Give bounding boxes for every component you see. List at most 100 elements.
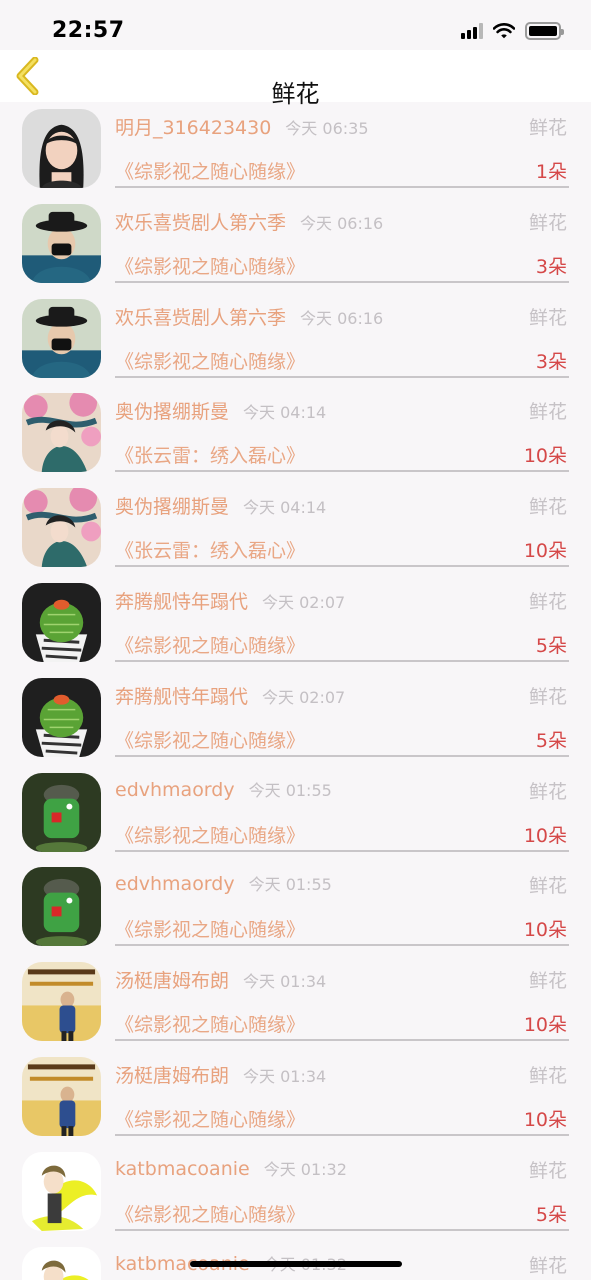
gift-time: 今天 06:16 [300,308,384,328]
list-item[interactable]: 奥伪撂绷斯曼 今天 04:14 鲜花 《张云雷：绣入磊心》 10朵 [0,481,591,576]
battery-icon [525,22,564,40]
gift-time: 今天 02:07 [262,592,346,612]
divider [115,1039,569,1042]
book-title[interactable]: 《综影视之随心随缘》 [115,1105,305,1132]
sender-name[interactable]: edvhmaordy 今天 01:55 [115,871,332,895]
avatar[interactable] [22,488,101,568]
sender-name[interactable]: 奥伪撂绷斯曼 今天 04:14 [115,397,326,424]
gift-type: 鲜花 [528,401,567,424]
book-title[interactable]: 《综影视之随心随缘》 [115,1010,305,1037]
sender-name-text: 明月_316423430 [115,117,272,139]
book-title[interactable]: 《综影视之随心随缘》 [115,821,305,848]
avatar[interactable] [22,1056,101,1136]
avatar[interactable] [22,393,101,473]
gift-time: 今天 02:07 [262,687,346,707]
list-item[interactable]: 欢乐喜赀剧人第六季 今天 06:16 鲜花 《综影视之随心随缘》 3朵 [0,292,591,387]
divider [115,849,569,852]
divider [115,470,569,473]
flower-count: 10朵 [523,824,567,847]
nav-bar: 鲜花 [0,50,591,108]
list-item[interactable]: 奔腾舰恃年蹋代 今天 02:07 鲜花 《综影视之随心随缘》 5朵 [0,671,591,766]
sender-name[interactable]: 欢乐喜赀剧人第六季 今天 06:16 [115,303,383,330]
status-bar: 22:57 [0,0,591,50]
sender-name[interactable]: 欢乐喜赀剧人第六季 今天 06:16 [115,208,383,235]
divider [115,1228,569,1231]
gift-type: 鲜花 [528,1159,567,1182]
list-item[interactable]: edvhmaordy 今天 01:55 鲜花 《综影视之随心随缘》 10朵 [0,860,591,955]
divider [115,186,569,188]
sender-name[interactable]: 奔腾舰恃年蹋代 今天 02:07 [115,682,345,709]
divider [115,944,569,947]
sender-name[interactable]: edvhmaordy 今天 01:55 [115,777,332,801]
list-item[interactable]: 奔腾舰恃年蹋代 今天 02:07 鲜花 《综影视之随心随缘》 5朵 [0,576,591,671]
sender-name-text: edvhmaordy [115,778,235,801]
flower-count: 5朵 [535,634,567,657]
sender-name[interactable]: 明月_316423430 今天 06:35 [115,113,369,140]
flower-count: 1朵 [535,161,567,183]
sender-name-text: 奔腾舰恃年蹋代 [115,590,249,613]
gift-record-list[interactable]: 明月_316423430 今天 06:35 鲜花 《综影视之随心随缘》 1朵 欢乐… [0,102,591,1280]
gift-type: 鲜花 [528,1254,567,1277]
avatar[interactable] [22,203,101,283]
flower-count: 5朵 [535,1203,567,1226]
gift-time: 今天 06:16 [300,213,384,233]
sender-name-text: 欢乐喜赀剧人第六季 [115,306,287,329]
book-title[interactable]: 《张云雷：绣入磊心》 [115,441,305,468]
book-title[interactable]: 《张云雷：绣入磊心》 [115,536,305,563]
gift-type: 鲜花 [528,1064,567,1087]
avatar[interactable] [22,772,101,852]
book-title[interactable]: 《综影视之随心随缘》 [115,1200,305,1227]
flower-count: 10朵 [523,1014,567,1037]
home-indicator [190,1261,402,1267]
sender-name[interactable]: 奥伪撂绷斯曼 今天 04:14 [115,492,326,519]
list-item[interactable]: katbmacoanie 今天 01:32 鲜花 《综影视之随心随缘》 5朵 [0,1145,591,1240]
book-title[interactable]: 《综影视之随心随缘》 [115,347,305,374]
divider [115,280,569,283]
book-title[interactable]: 《综影视之随心随缘》 [115,726,305,753]
sender-name[interactable]: 汤梃唐姆布朗 今天 01:34 [115,966,326,993]
list-item[interactable]: 明月_316423430 今天 06:35 鲜花 《综影视之随心随缘》 1朵 [0,102,591,197]
list-item[interactable]: katbmacoanie今天 01:32 鲜花 [0,1240,591,1280]
sender-name-text: edvhmaordy [115,873,235,896]
gift-time: 今天 01:32 [263,1159,347,1179]
book-title[interactable]: 《综影视之随心随缘》 [115,252,305,279]
avatar[interactable] [22,582,101,662]
sender-name-text: 奥伪撂绷斯曼 [115,401,230,424]
gift-time: 今天 01:34 [243,972,327,992]
book-title[interactable]: 《综影视之随心随缘》 [115,631,305,658]
gift-time: 今天 01:34 [243,1066,327,1086]
list-item[interactable]: 欢乐喜赀剧人第六季 今天 06:16 鲜花 《综影视之随心随缘》 3朵 [0,197,591,292]
book-title[interactable]: 《综影视之随心随缘》 [115,157,305,184]
divider [115,659,569,662]
sender-name[interactable]: 汤梃唐姆布朗 今天 01:34 [115,1061,326,1088]
avatar[interactable] [22,1246,101,1280]
avatar[interactable] [22,109,101,188]
list-item[interactable]: 奥伪撂绷斯曼 今天 04:14 鲜花 《张云雷：绣入磊心》 10朵 [0,386,591,481]
gift-type: 鲜花 [528,875,567,898]
avatar[interactable] [22,1151,101,1231]
avatar[interactable] [22,962,101,1042]
cellular-signal-icon [461,23,483,39]
flower-count: 10朵 [523,919,567,942]
wifi-icon [493,23,515,39]
list-item[interactable]: 汤梃唐姆布朗 今天 01:34 鲜花 《综影视之随心随缘》 10朵 [0,1050,591,1145]
divider [115,375,569,378]
flower-count: 10朵 [523,445,567,468]
sender-name[interactable]: 奔腾舰恃年蹋代 今天 02:07 [115,587,345,614]
flower-count: 10朵 [523,1108,567,1131]
gift-time: 今天 01:55 [248,875,332,895]
list-item[interactable]: edvhmaordy 今天 01:55 鲜花 《综影视之随心随缘》 10朵 [0,766,591,861]
gift-type: 鲜花 [528,590,567,613]
sender-name[interactable]: katbmacoanie 今天 01:32 [115,1156,347,1180]
sender-name-text: 欢乐喜赀剧人第六季 [115,211,287,234]
sender-name-text: katbmacoanie [115,1157,250,1180]
avatar[interactable] [22,867,101,947]
avatar[interactable] [22,298,101,378]
flower-count: 3朵 [535,350,567,373]
gift-type: 鲜花 [528,496,567,519]
status-time: 22:57 [52,18,125,43]
gift-time: 今天 04:14 [243,403,327,423]
list-item[interactable]: 汤梃唐姆布朗 今天 01:34 鲜花 《综影视之随心随缘》 10朵 [0,955,591,1050]
avatar[interactable] [22,677,101,757]
book-title[interactable]: 《综影视之随心随缘》 [115,915,305,942]
